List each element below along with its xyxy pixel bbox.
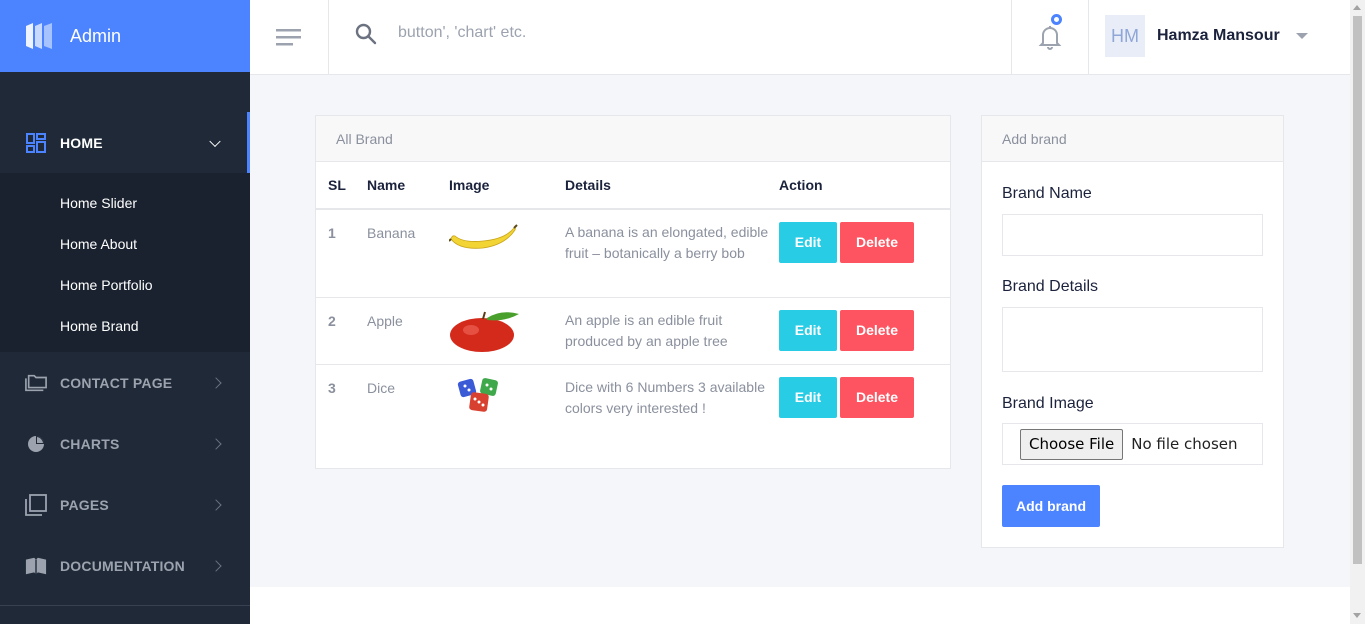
row-details: A banana is an elongated, edible fruit –… xyxy=(565,209,779,298)
sidebar-item-pages[interactable]: PAGES xyxy=(0,474,250,535)
delete-button[interactable]: Delete xyxy=(840,309,914,351)
column-header-sl: SL xyxy=(316,162,367,210)
row-sl: 2 xyxy=(316,297,367,365)
table-row: 3 Dice Dice with 6 Numbers 3 available c… xyxy=(316,364,950,467)
chevron-right-icon xyxy=(210,559,222,572)
table-row: 2 Apple An apple is an edible fruit prod… xyxy=(316,297,950,365)
brand-table: SL Name Image Details Action 1 Banana A … xyxy=(316,162,950,467)
row-name: Dice xyxy=(367,379,396,396)
sidebar-item-label: DOCUMENTATION xyxy=(60,557,185,574)
edit-button[interactable]: Edit xyxy=(779,309,837,351)
add-brand-card: Add brand Brand Name Brand Details Brand… xyxy=(981,115,1284,548)
sidebar-item-label: PAGES xyxy=(60,496,109,513)
edit-button[interactable]: Edit xyxy=(779,376,837,418)
apple-image xyxy=(450,311,519,352)
row-details: Dice with 6 Numbers 3 available colors v… xyxy=(565,378,765,416)
chevron-down-icon xyxy=(209,135,221,147)
menu-icon xyxy=(276,29,301,46)
column-header-image: Image xyxy=(449,162,565,210)
column-header-action: Action xyxy=(779,162,950,210)
choose-file-button[interactable]: Choose File xyxy=(1020,428,1124,460)
pages-icon xyxy=(25,493,47,516)
row-name: Apple xyxy=(367,297,449,365)
caret-down-icon xyxy=(1295,33,1308,39)
row-details: An apple is an edible fruit produced by … xyxy=(565,297,779,365)
all-brand-card: All Brand SL Name Image Details Action 1… xyxy=(315,115,951,469)
sidebar: Admin HOME Home Slider Home About Home P… xyxy=(0,0,250,624)
dashboard-icon xyxy=(25,132,47,154)
add-brand-title: Add brand xyxy=(982,116,1283,162)
row-sl: 1 xyxy=(316,209,367,298)
sidebar-divider xyxy=(0,605,250,606)
scroll-up-icon[interactable] xyxy=(1353,5,1361,10)
page-scrollbar[interactable] xyxy=(1350,0,1365,624)
brand-image-label: Brand Image xyxy=(1002,395,1094,412)
notification-dot xyxy=(1051,14,1062,25)
submenu-home-slider[interactable]: Home Slider xyxy=(0,182,250,223)
all-brand-title: All Brand xyxy=(316,116,950,162)
row-actions: Edit Delete xyxy=(779,297,950,365)
search-input[interactable] xyxy=(398,20,898,46)
top-header: HM Hamza Mansour xyxy=(250,0,1350,75)
row-actions: Edit Delete xyxy=(779,364,950,467)
bell-icon xyxy=(1038,26,1062,50)
submenu-home-brand[interactable]: Home Brand xyxy=(0,305,250,346)
brand-details-label: Brand Details xyxy=(1002,278,1099,295)
sidebar-item-label: HOME xyxy=(60,134,103,151)
sidebar-item-contact-page[interactable]: CONTACT PAGE xyxy=(0,352,250,413)
edit-button[interactable]: Edit xyxy=(779,222,837,263)
sidebar-item-label: CHARTS xyxy=(60,435,120,452)
table-header-row: SL Name Image Details Action xyxy=(316,162,950,210)
notifications-button[interactable] xyxy=(1011,0,1089,74)
no-file-text: No file chosen xyxy=(1131,435,1238,453)
delete-button[interactable]: Delete xyxy=(840,222,914,263)
folder-icon xyxy=(25,372,47,394)
footer xyxy=(250,587,1350,624)
user-name: Hamza Mansour xyxy=(1157,27,1280,44)
row-image-cell xyxy=(449,364,565,467)
add-brand-button[interactable]: Add brand xyxy=(1002,485,1100,527)
brand-image-file-input: Choose File No file chosen xyxy=(1002,423,1263,465)
column-header-name: Name xyxy=(367,162,449,210)
chevron-right-icon xyxy=(210,498,222,511)
pie-chart-icon xyxy=(25,433,47,455)
banana-image xyxy=(448,224,518,249)
chevron-right-icon xyxy=(210,437,222,450)
scroll-thumb[interactable] xyxy=(1353,16,1362,564)
column-header-details: Details xyxy=(565,162,779,210)
delete-button[interactable]: Delete xyxy=(840,376,914,418)
brand-name-input[interactable] xyxy=(1002,214,1263,256)
sidebar-item-label: CONTACT PAGE xyxy=(60,374,173,391)
row-actions: Edit Delete xyxy=(779,209,950,298)
brand-name: Admin xyxy=(70,25,122,46)
search-icon[interactable] xyxy=(354,22,378,46)
brand-bar[interactable]: Admin xyxy=(0,0,250,72)
sidebar-item-home[interactable]: HOME xyxy=(0,112,250,173)
submenu-home-about[interactable]: Home About xyxy=(0,223,250,264)
row-name: Banana xyxy=(367,209,449,298)
sidebar-item-documentation[interactable]: DOCUMENTATION xyxy=(0,535,250,596)
brand-name-label: Brand Name xyxy=(1002,185,1092,202)
row-image-cell xyxy=(449,297,565,365)
book-icon xyxy=(25,555,47,577)
sidebar-nav: HOME Home Slider Home About Home Portfol… xyxy=(0,112,250,596)
row-image-cell xyxy=(448,209,565,298)
sidebar-toggle-button[interactable] xyxy=(250,0,329,74)
home-submenu: Home Slider Home About Home Portfolio Ho… xyxy=(0,173,250,352)
logo-icon xyxy=(26,23,52,49)
submenu-home-portfolio[interactable]: Home Portfolio xyxy=(0,264,250,305)
sidebar-item-charts[interactable]: CHARTS xyxy=(0,413,250,474)
user-menu[interactable]: HM Hamza Mansour xyxy=(1105,15,1308,57)
table-row: 1 Banana A banana is an elongated, edibl… xyxy=(316,209,950,298)
avatar: HM xyxy=(1105,15,1145,57)
scroll-down-icon[interactable] xyxy=(1353,613,1361,618)
chevron-right-icon xyxy=(210,376,222,389)
brand-details-textarea[interactable] xyxy=(1002,307,1263,372)
row-sl: 3 xyxy=(328,379,336,396)
dice-image xyxy=(457,377,498,412)
